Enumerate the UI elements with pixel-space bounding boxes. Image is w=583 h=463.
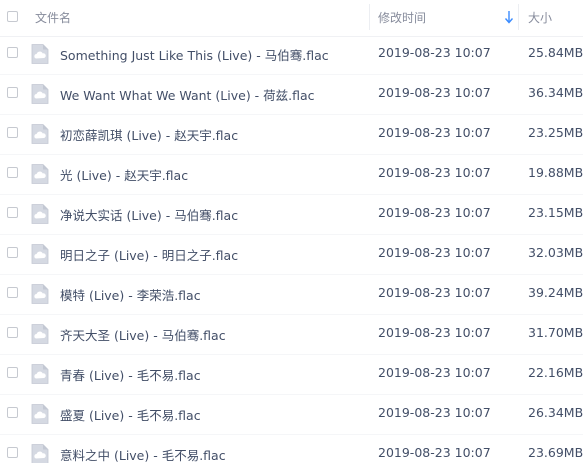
file-name[interactable]: We Want What We Want (Live) - 荷兹.flac bbox=[60, 85, 315, 104]
file-modified-time: 2019-08-23 10:07 bbox=[378, 45, 491, 60]
file-size: 39.24MB bbox=[528, 285, 583, 300]
file-modified-time: 2019-08-23 10:07 bbox=[378, 365, 491, 380]
table-row[interactable]: 盛夏 (Live) - 毛不易.flac 2019-08-23 10:07 26.3… bbox=[0, 394, 583, 435]
file-name[interactable]: 净说大实话 (Live) - 马伯骞.flac bbox=[60, 205, 238, 224]
row-checkbox[interactable] bbox=[7, 287, 18, 298]
table-row[interactable]: 光 (Live) - 赵天宇.flac 2019-08-23 10:07 19.88… bbox=[0, 154, 583, 195]
file-name[interactable]: Something Just Like This (Live) - 马伯骞.fl… bbox=[60, 45, 329, 64]
file-name[interactable]: 盛夏 (Live) - 毛不易.flac bbox=[60, 405, 201, 424]
table-row[interactable]: 明日之子 (Live) - 明日之子.flac 2019-08-23 10:07 3… bbox=[0, 234, 583, 275]
file-name[interactable]: 初恋薛凯琪 (Live) - 赵天宇.flac bbox=[60, 125, 238, 144]
file-modified-time: 2019-08-23 10:07 bbox=[378, 125, 491, 140]
cloud-file-icon bbox=[30, 203, 50, 225]
table-row[interactable]: 净说大实话 (Live) - 马伯骞.flac 2019-08-23 10:07 2… bbox=[0, 194, 583, 235]
cloud-file-icon bbox=[30, 403, 50, 425]
arrow-down-icon[interactable] bbox=[504, 10, 514, 24]
cloud-file-icon bbox=[30, 163, 50, 185]
column-divider[interactable] bbox=[369, 4, 370, 30]
file-size: 23.69MB bbox=[528, 445, 583, 460]
table-row[interactable]: 意料之中 (Live) - 毛不易.flac 2019-08-23 10:07 23… bbox=[0, 434, 583, 463]
row-checkbox[interactable] bbox=[7, 407, 18, 418]
file-modified-time: 2019-08-23 10:07 bbox=[378, 325, 491, 340]
file-size: 36.34MB bbox=[528, 85, 583, 100]
file-name[interactable]: 意料之中 (Live) - 毛不易.flac bbox=[60, 445, 226, 463]
row-checkbox[interactable] bbox=[7, 327, 18, 338]
table-row[interactable]: 青春 (Live) - 毛不易.flac 2019-08-23 10:07 22.1… bbox=[0, 354, 583, 395]
cloud-file-icon bbox=[30, 243, 50, 265]
cloud-file-icon bbox=[30, 123, 50, 145]
row-checkbox[interactable] bbox=[7, 207, 18, 218]
file-name[interactable]: 光 (Live) - 赵天宇.flac bbox=[60, 165, 188, 184]
table-row[interactable]: Something Just Like This (Live) - 马伯骞.fl… bbox=[0, 34, 583, 75]
cloud-file-icon bbox=[30, 363, 50, 385]
file-name[interactable]: 青春 (Live) - 毛不易.flac bbox=[60, 365, 201, 384]
file-size: 31.70MB bbox=[528, 325, 583, 340]
file-modified-time: 2019-08-23 10:07 bbox=[378, 165, 491, 180]
file-modified-time: 2019-08-23 10:07 bbox=[378, 405, 491, 420]
file-name[interactable]: 模特 (Live) - 李荣浩.flac bbox=[60, 285, 201, 304]
select-all-checkbox[interactable] bbox=[7, 11, 18, 22]
file-size: 26.34MB bbox=[528, 405, 583, 420]
file-modified-time: 2019-08-23 10:07 bbox=[378, 85, 491, 100]
row-checkbox[interactable] bbox=[7, 47, 18, 58]
file-modified-time: 2019-08-23 10:07 bbox=[378, 245, 491, 260]
row-checkbox[interactable] bbox=[7, 447, 18, 458]
file-modified-time: 2019-08-23 10:07 bbox=[378, 285, 491, 300]
file-size: 23.25MB bbox=[528, 125, 583, 140]
file-list: 文件名 修改时间 大小 Something Just Like This (Li… bbox=[0, 0, 583, 463]
row-checkbox[interactable] bbox=[7, 87, 18, 98]
table-row[interactable]: 齐天大圣 (Live) - 马伯骞.flac 2019-08-23 10:07 31… bbox=[0, 314, 583, 355]
file-size: 19.88MB bbox=[528, 165, 583, 180]
table-row[interactable]: 模特 (Live) - 李荣浩.flac 2019-08-23 10:07 39.2… bbox=[0, 274, 583, 315]
row-checkbox[interactable] bbox=[7, 247, 18, 258]
column-divider[interactable] bbox=[518, 4, 519, 30]
column-header-size[interactable]: 大小 bbox=[528, 9, 552, 26]
cloud-file-icon bbox=[30, 43, 50, 65]
cloud-file-icon bbox=[30, 83, 50, 105]
table-row[interactable]: 初恋薛凯琪 (Live) - 赵天宇.flac 2019-08-23 10:07 2… bbox=[0, 114, 583, 155]
row-checkbox[interactable] bbox=[7, 167, 18, 178]
cloud-file-icon bbox=[30, 443, 50, 463]
table-row[interactable]: We Want What We Want (Live) - 荷兹.flac 201… bbox=[0, 74, 583, 115]
file-modified-time: 2019-08-23 10:07 bbox=[378, 445, 491, 460]
row-checkbox[interactable] bbox=[7, 127, 18, 138]
file-size: 25.84MB bbox=[528, 45, 583, 60]
cloud-file-icon bbox=[30, 283, 50, 305]
cloud-file-icon bbox=[30, 323, 50, 345]
file-name[interactable]: 明日之子 (Live) - 明日之子.flac bbox=[60, 245, 238, 264]
row-checkbox[interactable] bbox=[7, 367, 18, 378]
file-name[interactable]: 齐天大圣 (Live) - 马伯骞.flac bbox=[60, 325, 226, 344]
column-header-modified[interactable]: 修改时间 bbox=[378, 9, 426, 26]
file-size: 32.03MB bbox=[528, 245, 583, 260]
file-modified-time: 2019-08-23 10:07 bbox=[378, 205, 491, 220]
file-size: 23.15MB bbox=[528, 205, 583, 220]
column-header-name[interactable]: 文件名 bbox=[35, 9, 71, 26]
file-list-header: 文件名 修改时间 大小 bbox=[0, 0, 583, 37]
file-size: 22.16MB bbox=[528, 365, 583, 380]
